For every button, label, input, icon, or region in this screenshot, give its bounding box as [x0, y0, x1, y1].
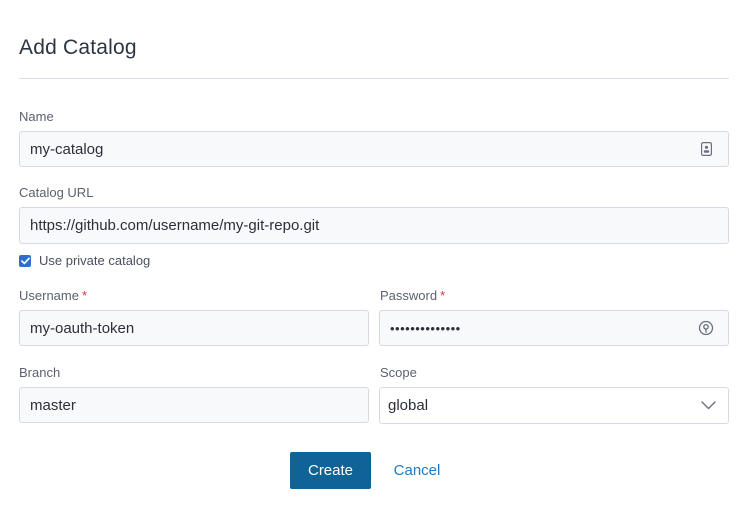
name-input[interactable]: my-catalog — [19, 131, 729, 167]
private-catalog-label[interactable]: Use private catalog — [39, 253, 150, 268]
password-input[interactable]: •••••••••••••• — [379, 310, 729, 346]
branch-label: Branch — [19, 365, 61, 380]
catalog-url-input[interactable]: https://github.com/username/my-git-repo.… — [19, 207, 729, 244]
catalog-url-value: https://github.com/username/my-git-repo.… — [30, 217, 320, 234]
name-label: Name — [19, 109, 54, 124]
create-button[interactable]: Create — [290, 452, 371, 489]
private-catalog-row: Use private catalog — [19, 253, 150, 268]
scope-value: global — [388, 397, 429, 414]
autofill-contact-icon[interactable] — [698, 141, 714, 157]
password-value: •••••••••••••• — [390, 320, 461, 336]
username-input[interactable]: my-oauth-token — [19, 310, 369, 346]
cancel-button[interactable]: Cancel — [385, 452, 449, 489]
password-label: Password * — [380, 288, 445, 303]
username-label: Username * — [19, 288, 87, 303]
private-catalog-checkbox[interactable] — [19, 254, 31, 267]
username-required-mark: * — [81, 288, 88, 303]
title-divider — [19, 78, 729, 79]
password-manager-icon[interactable] — [698, 320, 714, 336]
name-input-value: my-catalog — [30, 140, 104, 158]
branch-input[interactable]: master — [19, 387, 369, 423]
catalog-url-label: Catalog URL — [19, 185, 94, 200]
chevron-down-icon — [700, 398, 716, 414]
password-required-mark: * — [440, 288, 446, 303]
scope-select[interactable]: global — [379, 387, 729, 424]
password-label-text: Password — [380, 288, 438, 303]
scope-label: Scope — [380, 365, 417, 380]
username-value: my-oauth-token — [30, 319, 135, 337]
username-label-text: Username — [19, 288, 79, 303]
checkmark-icon — [20, 257, 30, 264]
branch-value: master — [30, 396, 76, 414]
dialog-title: Add Catalog — [19, 36, 137, 59]
